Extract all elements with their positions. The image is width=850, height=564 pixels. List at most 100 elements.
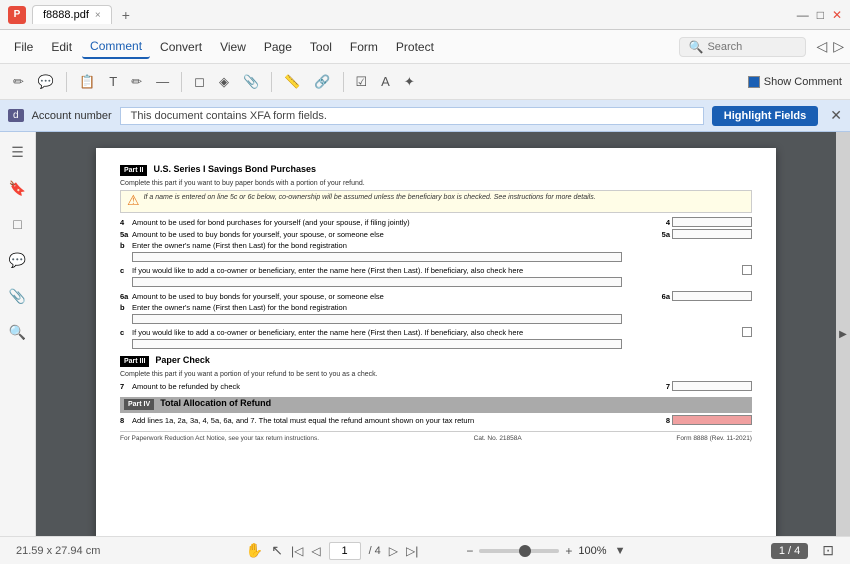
zoom-slider[interactable] [479, 549, 559, 553]
line7-num: 7 [650, 382, 670, 391]
tool-text[interactable]: T [104, 71, 122, 92]
pdf-viewer[interactable]: Part II U.S. Series I Savings Bond Purch… [36, 132, 836, 536]
last-page-button[interactable]: ▷| [406, 544, 418, 558]
zoom-thumb [519, 545, 531, 557]
close-notification-button[interactable]: ✕ [830, 107, 842, 124]
line5b-grid [132, 252, 752, 262]
fit-page-button[interactable]: ⊡ [822, 542, 834, 559]
zoom-dropdown-icon[interactable]: ▼ [615, 545, 626, 557]
sidebar-search-icon[interactable]: 🔍 [6, 320, 30, 344]
line6b-input[interactable] [132, 314, 622, 324]
menu-file[interactable]: File [6, 36, 41, 58]
tool-shape[interactable]: ◻ [189, 71, 210, 93]
menu-form[interactable]: Form [342, 36, 386, 58]
new-tab-button[interactable]: + [122, 7, 130, 23]
page-number-input[interactable] [329, 542, 361, 560]
active-tab[interactable]: f8888.pdf × [32, 5, 112, 24]
line6a-text: Amount to be used to buy bonds for yours… [132, 292, 650, 301]
sidebar-bookmark-icon[interactable]: 🔖 [6, 176, 30, 200]
next-page-button[interactable]: ▷ [389, 544, 398, 558]
line6a-num: 6a [650, 292, 670, 301]
line5c-grid [132, 277, 752, 287]
line7-input[interactable] [672, 381, 752, 391]
menu-tool[interactable]: Tool [302, 36, 340, 58]
line4-label: 4 [120, 218, 132, 227]
tool-select[interactable]: ✏ [8, 71, 29, 93]
part3-header: Part III [120, 356, 149, 367]
tool-extra1[interactable]: ☑ [351, 71, 373, 93]
zoom-controls: − + 100% ▼ [466, 544, 625, 558]
tool-measure[interactable]: 📏 [279, 71, 305, 93]
line5c-text: If you would like to add a co-owner or b… [132, 266, 742, 275]
sidebar-nav-icon[interactable]: ☰ [6, 140, 30, 164]
first-page-button[interactable]: |◁ [291, 544, 303, 558]
line5a-text: Amount to be used to buy bonds for yours… [132, 230, 650, 239]
right-panel-toggle[interactable]: ▶ [836, 132, 850, 536]
search-input[interactable] [707, 41, 797, 53]
tool-attach[interactable]: 📎 [238, 71, 264, 93]
line6c-input[interactable] [132, 339, 622, 349]
part4-header: Part IV [124, 399, 154, 410]
zoom-out-button[interactable]: − [466, 544, 473, 558]
sidebar-comment-icon[interactable]: 💬 [6, 248, 30, 272]
menu-page[interactable]: Page [256, 36, 300, 58]
tool-stamp[interactable]: 📋 [74, 71, 100, 93]
part-4-section: Part IV Total Allocation of Refund 8 Add… [120, 397, 752, 425]
d-badge: d [8, 109, 24, 122]
tool-comment[interactable]: 💬 [33, 71, 59, 93]
line8-label: 8 [120, 416, 132, 425]
line6c-label: c [120, 328, 132, 337]
line6b-grid [132, 314, 752, 324]
menu-convert[interactable]: Convert [152, 36, 210, 58]
close-tab-button[interactable]: × [95, 10, 101, 21]
tool-area[interactable]: ◈ [214, 71, 234, 93]
line4-input[interactable] [672, 217, 752, 227]
sidebar-page-icon[interactable]: □ [6, 212, 30, 236]
line5b-input[interactable] [132, 252, 622, 262]
main-content: ☰ 🔖 □ 💬 📎 🔍 Part II U.S. Series I Saving… [0, 132, 850, 536]
warning-icon: ⚠ [127, 192, 140, 209]
toolbar-separator-2 [181, 72, 182, 92]
tool-extra3[interactable]: ✦ [399, 71, 420, 93]
maximize-button[interactable]: □ [817, 8, 824, 22]
zoom-percent: 100% [578, 545, 606, 557]
prev-page-button[interactable]: ◁ [311, 544, 320, 558]
menu-protect[interactable]: Protect [388, 36, 442, 58]
line6c-row: c If you would like to add a co-owner or… [120, 327, 752, 337]
forward-icon[interactable]: ▷ [833, 38, 844, 55]
line6c-checkbox[interactable] [742, 327, 752, 337]
line5b-label: b [120, 241, 132, 250]
show-comment-area: Show Comment [748, 76, 842, 88]
highlight-fields-button[interactable]: Highlight Fields [712, 106, 819, 126]
search-area[interactable]: 🔍 [679, 37, 806, 57]
tool-link[interactable]: 🔗 [309, 71, 335, 93]
line5c-checkbox[interactable] [742, 265, 752, 275]
line5c-input[interactable] [132, 277, 622, 287]
toolbar-separator-1 [66, 72, 67, 92]
tool-line[interactable]: — [151, 71, 174, 92]
menu-edit[interactable]: Edit [43, 36, 80, 58]
show-comment-checkbox[interactable] [748, 76, 760, 88]
back-icon[interactable]: ◁ [816, 38, 827, 55]
toolbar-separator-4 [343, 72, 344, 92]
part3-subtitle: Complete this part if you want a portion… [120, 371, 752, 378]
line5a-num: 5a [650, 230, 670, 239]
menu-comment[interactable]: Comment [82, 35, 150, 59]
close-button[interactable]: ✕ [832, 8, 842, 22]
line5a-input[interactable] [672, 229, 752, 239]
minimize-button[interactable]: — [797, 8, 809, 22]
line6b-label: b [120, 303, 132, 312]
line6a-input[interactable] [672, 291, 752, 301]
tool-extra2[interactable]: A [376, 71, 395, 92]
sidebar-attachment-icon[interactable]: 📎 [6, 284, 30, 308]
zoom-in-button[interactable]: + [565, 544, 572, 558]
part3-title: Paper Check [155, 355, 210, 365]
line6b-row: b Enter the owner's name (First then Las… [120, 303, 752, 312]
tool-draw[interactable]: ✏ [126, 71, 147, 93]
cursor-tool-icon[interactable]: ↖ [271, 542, 283, 559]
pdf-footer: For Paperwork Reduction Act Notice, see … [120, 431, 752, 442]
menu-view[interactable]: View [212, 36, 254, 58]
part-3-section: Part III Paper Check Complete this part … [120, 355, 752, 391]
line8-input[interactable] [672, 415, 752, 425]
hand-tool-icon[interactable]: ✋ [246, 542, 263, 559]
